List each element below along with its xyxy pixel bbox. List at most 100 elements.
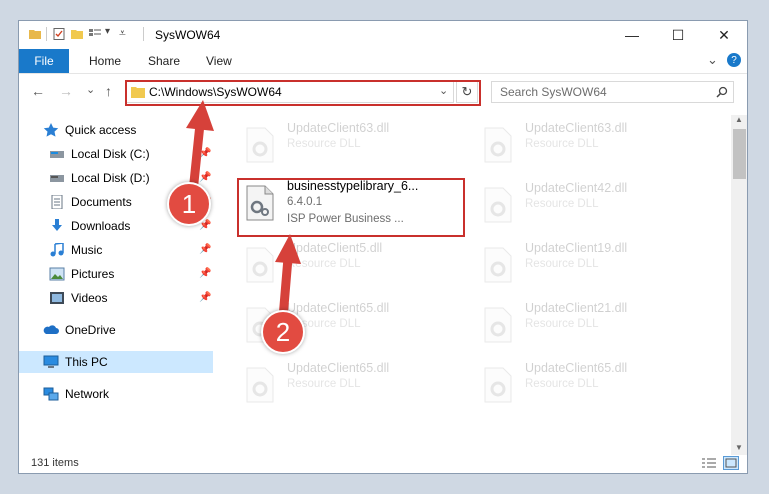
dll-file-icon bbox=[246, 367, 274, 403]
file-item[interactable]: UpdateClient42.dll Resource DLL bbox=[477, 179, 702, 229]
large-icons-view-icon[interactable] bbox=[723, 456, 739, 470]
pin-icon[interactable]: 📌 bbox=[199, 292, 211, 303]
details-view-icon[interactable] bbox=[701, 457, 717, 469]
sidebar-item-label: Local Disk (D:) bbox=[71, 171, 150, 185]
file-name: UpdateClient65.dll bbox=[287, 361, 390, 375]
file-item[interactable]: UpdateClient65.dll Resource DLL bbox=[239, 359, 464, 409]
sidebar-item-music[interactable]: Music bbox=[49, 239, 102, 261]
search-box[interactable]: Search SysWOW64 bbox=[491, 81, 734, 103]
sidebar-item-this-pc[interactable]: This PC bbox=[19, 351, 213, 373]
search-input[interactable]: Search SysWOW64 bbox=[500, 85, 607, 99]
tab-share[interactable]: Share bbox=[148, 49, 180, 73]
sidebar-item-videos[interactable]: Videos bbox=[49, 287, 107, 309]
back-button[interactable]: ← bbox=[31, 83, 45, 99]
pin-icon[interactable]: 📌 bbox=[199, 148, 211, 159]
file-type: Resource DLL bbox=[525, 318, 599, 330]
sidebar-item-pictures[interactable]: Pictures bbox=[49, 263, 114, 285]
folder-icon[interactable] bbox=[29, 28, 41, 40]
sidebar-item-label: Network bbox=[65, 387, 110, 401]
file-name: UpdateClient63.dll bbox=[287, 121, 390, 135]
cloud-icon bbox=[43, 325, 59, 334]
tab-view[interactable]: View bbox=[206, 49, 232, 73]
divider bbox=[143, 27, 144, 41]
new-folder-icon[interactable] bbox=[71, 28, 83, 40]
help-icon[interactable]: ? bbox=[727, 53, 741, 67]
file-type: Resource DLL bbox=[525, 138, 599, 150]
sidebar-item-label: Music bbox=[71, 243, 103, 257]
navigation-pane: Quick access Local Disk (C:) Local Disk … bbox=[19, 115, 215, 455]
dll-file-icon bbox=[484, 247, 512, 283]
file-name: UpdateClient63.dll bbox=[525, 121, 628, 135]
sidebar-item-onedrive[interactable]: OneDrive bbox=[43, 319, 116, 341]
file-name: UpdateClient65.dll bbox=[287, 301, 390, 315]
dll-file-icon bbox=[246, 247, 274, 283]
close-button[interactable]: ✕ bbox=[701, 21, 747, 49]
title-bar: ▾ ⩡ SysWOW64 — ☐ ✕ bbox=[19, 21, 747, 49]
file-type: Resource DLL bbox=[525, 258, 599, 270]
maximize-button[interactable]: ☐ bbox=[655, 21, 701, 49]
file-name: UpdateClient21.dll bbox=[525, 301, 628, 315]
sidebar-item-label: Documents bbox=[71, 195, 132, 209]
tab-file[interactable]: File bbox=[19, 49, 69, 73]
sidebar-item-network[interactable]: Network bbox=[43, 383, 109, 405]
pin-icon[interactable]: 📌 bbox=[199, 172, 211, 183]
search-icon[interactable] bbox=[716, 86, 728, 98]
download-icon bbox=[52, 219, 62, 231]
file-name: UpdateClient42.dll bbox=[525, 181, 628, 195]
pictures-icon bbox=[49, 267, 65, 281]
dll-file-icon bbox=[246, 127, 274, 163]
network-icon bbox=[43, 387, 59, 401]
music-icon bbox=[50, 243, 64, 257]
sidebar-item-label: Pictures bbox=[71, 267, 115, 281]
expand-ribbon-icon[interactable]: ⌄ bbox=[707, 52, 718, 68]
file-item[interactable]: UpdateClient21.dll Resource DLL bbox=[477, 299, 702, 349]
sidebar-item-documents[interactable]: Documents bbox=[49, 191, 132, 213]
recent-locations-button[interactable]: ⌄ bbox=[86, 83, 95, 96]
file-name: UpdateClient5.dll bbox=[287, 241, 383, 255]
customize-toolbar-icon[interactable] bbox=[89, 28, 101, 40]
up-button[interactable]: ↑ bbox=[105, 83, 112, 99]
file-item[interactable]: UpdateClient5.dll Resource DLL bbox=[239, 239, 464, 289]
window-title: SysWOW64 bbox=[155, 28, 221, 42]
dll-file-icon bbox=[484, 307, 512, 343]
navigation-bar: ← → ⌄ ↑ C:\Windows\SysWOW64 ⌄ ↻ Search S… bbox=[19, 75, 747, 109]
tab-home[interactable]: Home bbox=[89, 49, 121, 73]
sidebar-item-label: OneDrive bbox=[65, 323, 116, 337]
file-type: Resource DLL bbox=[287, 138, 361, 150]
file-item[interactable]: UpdateClient63.dll Resource DLL bbox=[477, 119, 702, 169]
drive-icon bbox=[50, 175, 64, 182]
scroll-down-icon[interactable]: ▼ bbox=[735, 443, 743, 452]
step-1-badge: 1 bbox=[167, 182, 211, 226]
explorer-window: ▾ ⩡ SysWOW64 — ☐ ✕ File Home Share View … bbox=[18, 20, 748, 474]
qa-dropdown-icon[interactable]: ▾ bbox=[105, 26, 110, 37]
divider bbox=[46, 27, 47, 41]
documents-icon bbox=[51, 195, 63, 209]
scroll-up-icon[interactable]: ▲ bbox=[735, 115, 743, 124]
dll-file-icon bbox=[484, 367, 512, 403]
file-item[interactable]: UpdateClient63.dll Resource DLL bbox=[239, 119, 464, 169]
file-item[interactable]: UpdateClient65.dll Resource DLL bbox=[477, 359, 702, 409]
forward-button[interactable]: → bbox=[59, 83, 73, 99]
sidebar-item-label: Videos bbox=[71, 291, 108, 305]
address-highlight-box bbox=[125, 80, 481, 106]
minimize-button[interactable]: — bbox=[609, 21, 655, 49]
sidebar-item-local-disk-d[interactable]: Local Disk (D:) bbox=[49, 167, 150, 189]
pin-icon[interactable]: 📌 bbox=[199, 244, 211, 255]
dll-file-icon bbox=[484, 187, 512, 223]
file-highlight-box bbox=[237, 178, 465, 237]
properties-icon[interactable] bbox=[53, 28, 65, 40]
vertical-scrollbar[interactable]: ▲ ▼ bbox=[731, 115, 747, 455]
pin-icon[interactable]: 📌 bbox=[199, 268, 211, 279]
drive-icon bbox=[50, 151, 64, 158]
status-bar: 131 items bbox=[19, 453, 747, 473]
file-type: Resource DLL bbox=[287, 378, 361, 390]
sidebar-item-quick-access[interactable]: Quick access bbox=[43, 119, 136, 141]
file-name: UpdateClient65.dll bbox=[525, 361, 628, 375]
step-2-badge: 2 bbox=[261, 310, 305, 354]
file-item[interactable]: UpdateClient19.dll Resource DLL bbox=[477, 239, 702, 289]
scrollbar-thumb[interactable] bbox=[733, 129, 746, 179]
sidebar-item-downloads[interactable]: Downloads bbox=[49, 215, 130, 237]
computer-icon bbox=[43, 355, 59, 368]
qa-customize-icon[interactable]: ⩡ bbox=[119, 26, 126, 41]
sidebar-item-local-disk-c[interactable]: Local Disk (C:) bbox=[49, 143, 150, 165]
